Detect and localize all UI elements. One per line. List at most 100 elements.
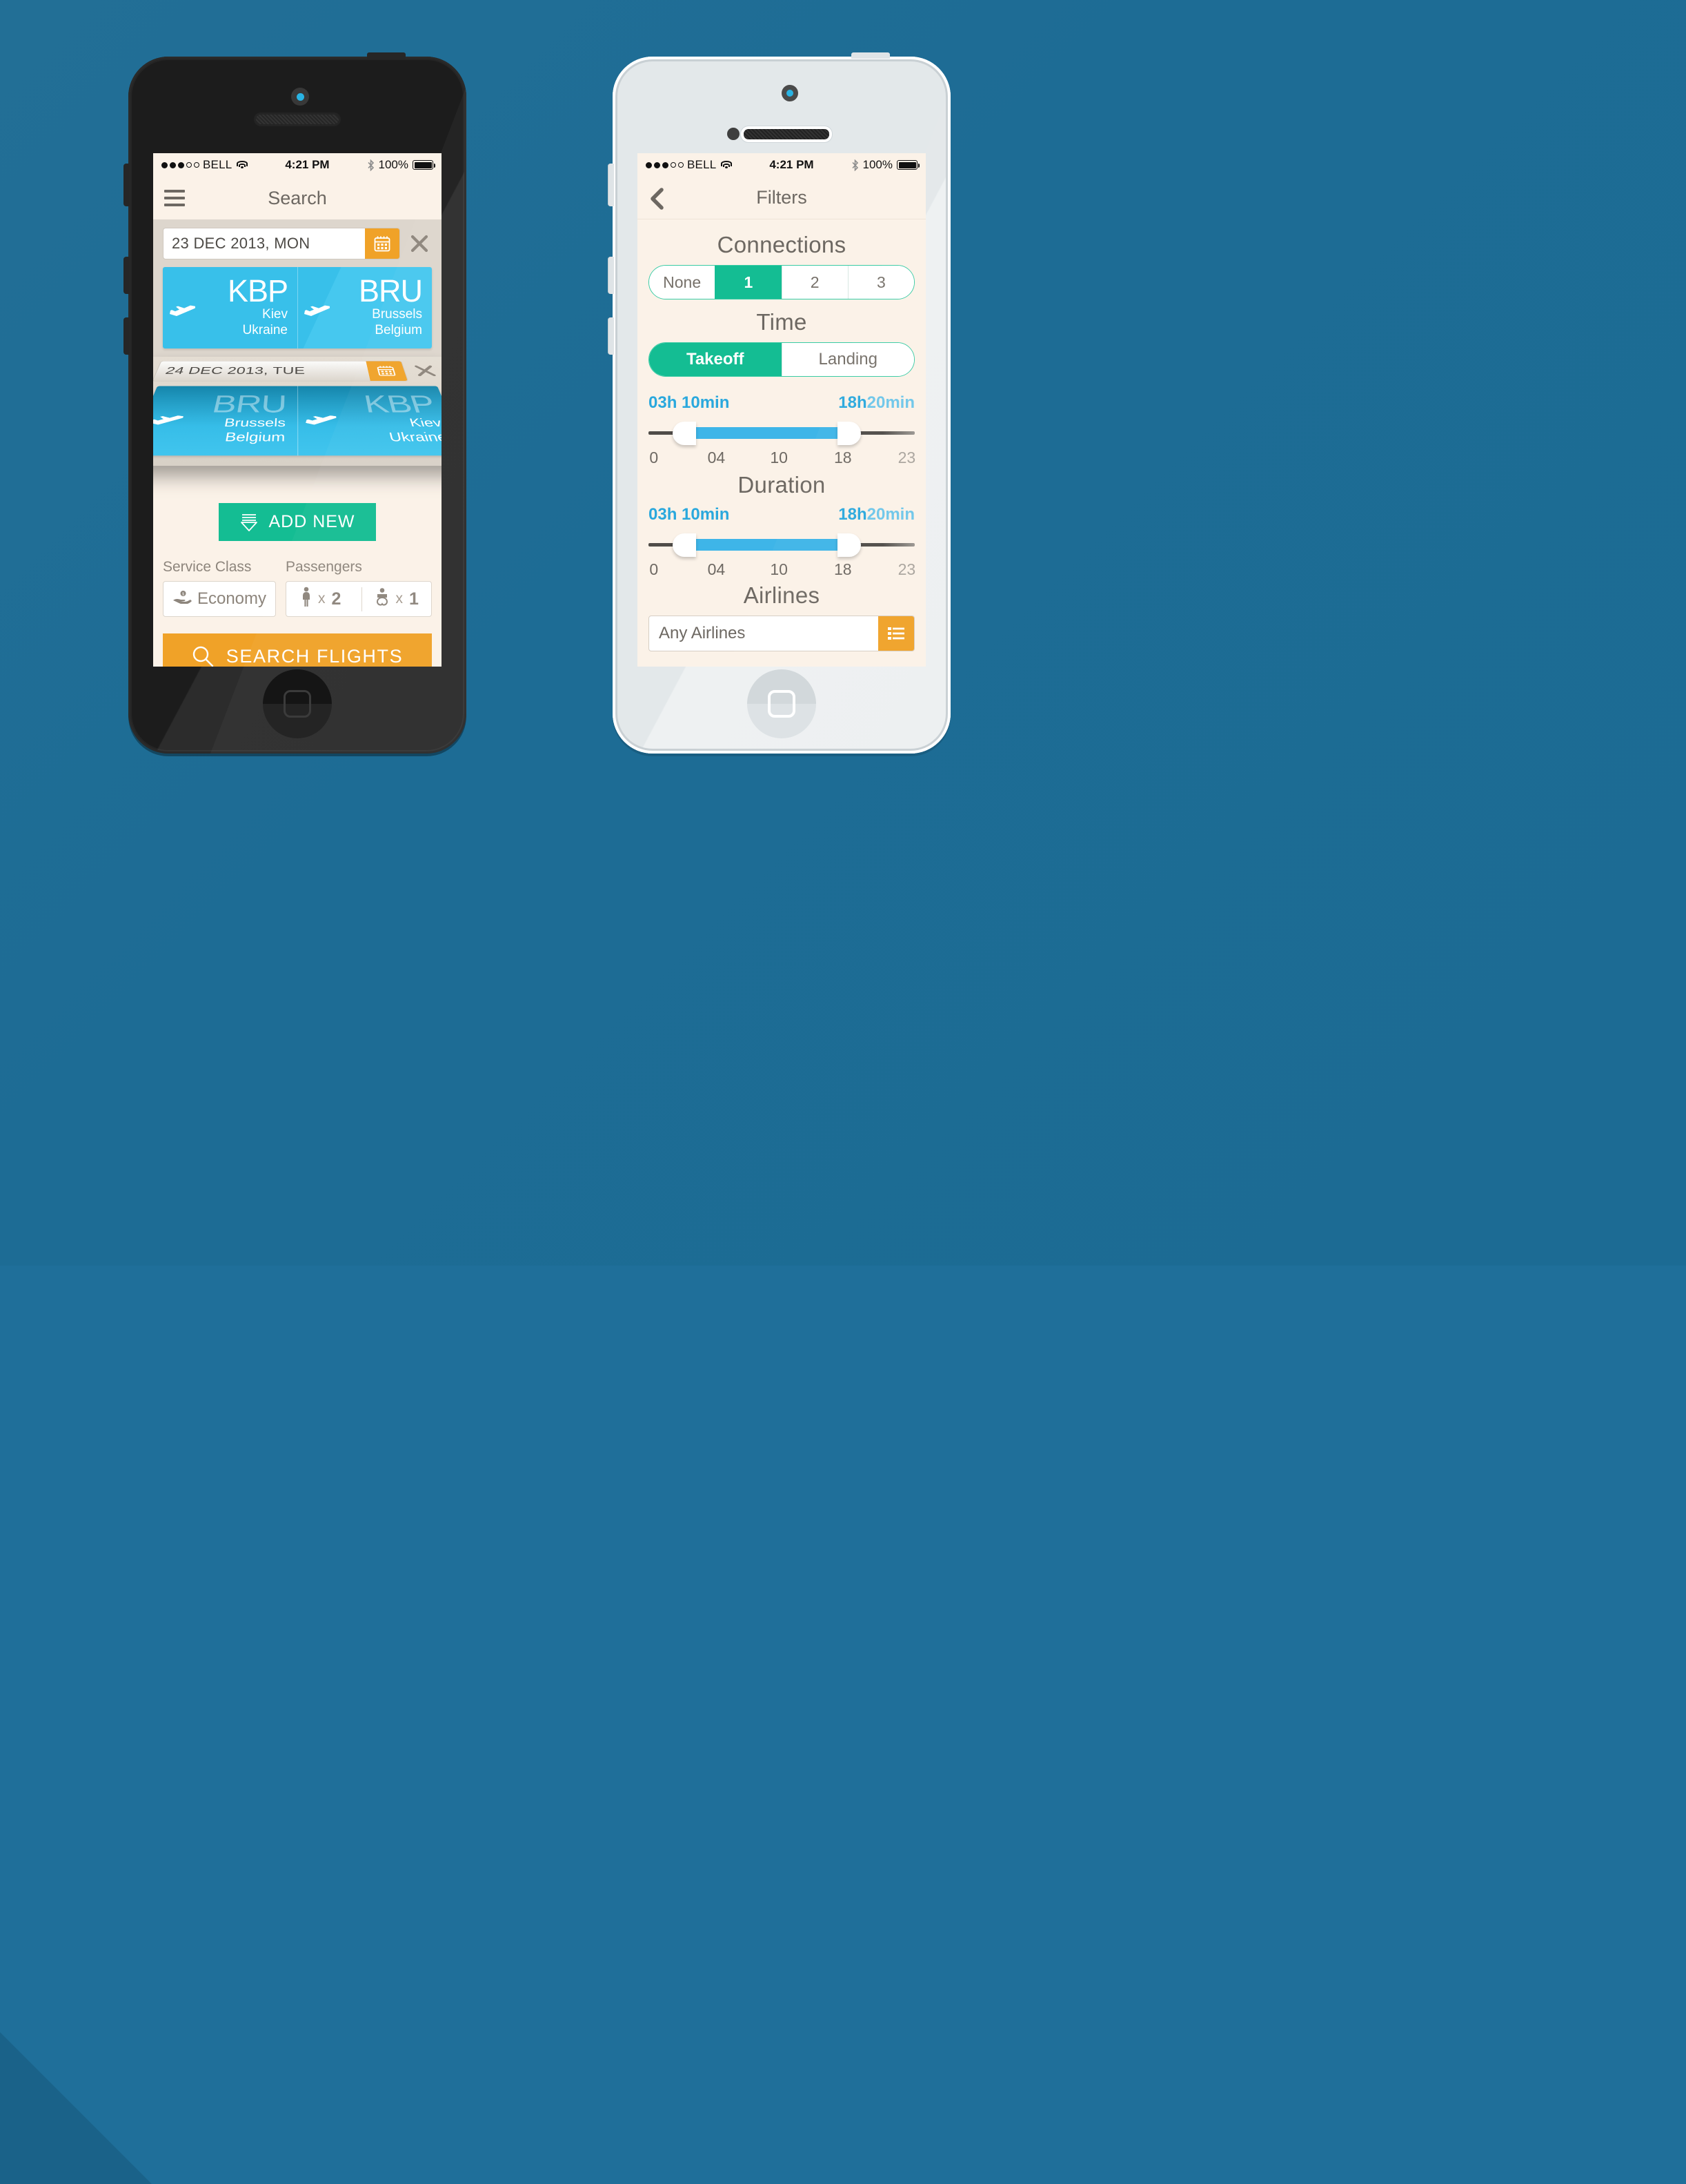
time-option-landing[interactable]: Landing xyxy=(781,343,914,376)
time-tick-3: 18 xyxy=(833,449,852,466)
right-nav-bar: Filters xyxy=(637,177,926,219)
connections-segmented-control[interactable]: None 1 2 3 xyxy=(648,265,915,299)
duration-slider-handle-low[interactable] xyxy=(673,533,697,557)
mute-switch[interactable] xyxy=(123,164,130,206)
time-slider-handle-high[interactable] xyxy=(837,422,862,445)
chevron-left-icon[interactable] xyxy=(648,187,666,210)
adult-passenger-count[interactable]: x 2 xyxy=(286,587,356,612)
trip-2-date-input[interactable]: 24 DEC 2013, TUE xyxy=(153,360,409,382)
time-mode-segmented-control[interactable]: Takeoff Landing xyxy=(648,342,915,377)
infant-count: 1 xyxy=(409,589,419,609)
time-slider-handle-low[interactable] xyxy=(673,422,697,445)
trip-1-route[interactable]: KBP Kiev Ukraine BRU Brussels Belgium xyxy=(163,267,432,348)
duration-slider-handle-high[interactable] xyxy=(837,533,862,557)
calendar-icon[interactable] xyxy=(366,361,408,381)
service-class-label: Service Class xyxy=(163,559,252,575)
duration-range-high-label: 18h20min xyxy=(838,505,915,524)
duration-slider-ticks: 0 04 10 18 23 xyxy=(648,560,915,581)
page-title: Filters xyxy=(756,187,807,208)
duration-range-high-bold: 18h xyxy=(838,505,867,524)
connections-option-2[interactable]: 2 xyxy=(781,266,848,299)
home-button[interactable] xyxy=(263,669,332,738)
connections-option-3[interactable]: 3 xyxy=(847,266,914,299)
volume-up-button[interactable] xyxy=(123,257,130,294)
trip-1-origin[interactable]: KBP Kiev Ukraine xyxy=(163,267,297,348)
connections-option-none[interactable]: None xyxy=(649,266,715,299)
add-new-button[interactable]: ADD NEW xyxy=(219,503,376,541)
volume-down-button[interactable] xyxy=(608,317,614,355)
close-icon[interactable] xyxy=(407,231,432,256)
trip-card-1: 23 DEC 2013, MON KBP Kiev Ukraine BRU Br… xyxy=(153,219,442,358)
duration-range-high-dim: 20min xyxy=(866,505,915,524)
hamburger-icon[interactable] xyxy=(164,190,185,206)
list-icon[interactable] xyxy=(878,616,914,651)
trip-1-date-input[interactable]: 23 DEC 2013, MON xyxy=(163,228,400,259)
wifi-icon xyxy=(720,160,732,170)
trip-2-destination-country: Ukraine xyxy=(388,431,442,445)
infant-passenger-count[interactable]: x 1 xyxy=(361,587,432,611)
time-range-low-label: 03h 10min xyxy=(648,393,730,412)
signal-strength-icon xyxy=(161,161,199,168)
trip-1-destination[interactable]: BRU Brussels Belgium xyxy=(297,267,432,348)
service-class-field[interactable]: $ Economy xyxy=(163,581,276,617)
calendar-icon[interactable] xyxy=(365,228,399,259)
left-nav-bar: Search xyxy=(153,177,442,219)
passengers-label: Passengers xyxy=(286,559,362,575)
passengers-field[interactable]: x 2 x 1 xyxy=(286,581,432,617)
airplane-landing-icon xyxy=(304,300,330,318)
trip-2-origin[interactable]: BRU Brussels Belgium xyxy=(153,386,297,455)
connections-option-1[interactable]: 1 xyxy=(715,266,782,299)
time-slider-fill xyxy=(696,427,838,439)
adult-count: 2 xyxy=(331,589,341,609)
close-icon[interactable] xyxy=(409,363,442,379)
status-time: 4:21 PM xyxy=(769,158,814,171)
hand-coin-icon: $ xyxy=(172,589,192,609)
volume-down-button[interactable] xyxy=(123,317,130,355)
infant-multiplier: x xyxy=(395,591,404,607)
search-button-section: SEARCH FLIGHTS xyxy=(153,617,442,667)
duration-title: Duration xyxy=(737,472,826,498)
time-tick-1: 04 xyxy=(707,449,726,466)
trip-1-date-row: 23 DEC 2013, MON xyxy=(163,228,432,259)
duration-range-slider[interactable] xyxy=(648,529,915,560)
duration-range-low-label: 03h 10min xyxy=(648,505,730,524)
duration-tick-1: 04 xyxy=(707,560,726,578)
earpiece-speaker xyxy=(256,115,339,124)
time-option-takeoff[interactable]: Takeoff xyxy=(649,343,782,376)
duration-tick-2: 10 xyxy=(770,560,788,578)
add-new-label: ADD NEW xyxy=(268,512,355,531)
time-tick-0: 0 xyxy=(649,449,659,466)
page-title: Search xyxy=(268,187,327,208)
trip-1-destination-country: Belgium xyxy=(375,323,422,338)
trip-1-date-value: 23 DEC 2013, MON xyxy=(172,235,310,252)
adult-icon xyxy=(301,587,312,612)
battery-percent: 100% xyxy=(862,158,893,171)
service-class-value: Economy xyxy=(197,589,267,608)
proximity-sensor-icon xyxy=(727,128,740,140)
time-range-block: 03h 10min 18h20min 0 04 10 18 23 xyxy=(648,393,915,469)
wifi-icon xyxy=(236,160,248,170)
bluetooth-icon xyxy=(367,159,375,171)
infant-icon xyxy=(375,587,390,611)
power-button[interactable] xyxy=(851,52,890,59)
status-bar: BELL 4:21 PM 100% xyxy=(637,153,926,177)
time-range-slider[interactable] xyxy=(648,417,915,449)
earpiece-speaker xyxy=(744,129,829,139)
right-phone: BELL 4:21 PM 100% Filters Connections No… xyxy=(608,52,951,754)
trip-2-destination[interactable]: KBP Kiev Ukraine xyxy=(297,386,442,455)
trip-2-origin-country: Belgium xyxy=(224,431,286,445)
options-section: Service Class Passengers $ Economy x 2 x… xyxy=(153,541,442,617)
search-flights-button[interactable]: SEARCH FLIGHTS xyxy=(163,633,432,667)
mute-switch[interactable] xyxy=(608,164,614,206)
home-button[interactable] xyxy=(747,669,816,738)
front-camera-icon xyxy=(291,88,309,106)
signal-strength-icon xyxy=(646,161,684,168)
volume-up-button[interactable] xyxy=(608,257,614,294)
time-range-high-bold: 18h xyxy=(838,393,867,412)
airlines-field[interactable]: Any Airlines xyxy=(648,616,915,651)
power-button[interactable] xyxy=(367,52,406,59)
time-tick-2: 10 xyxy=(770,449,788,466)
duration-tick-3: 18 xyxy=(833,560,852,578)
trip-2-route[interactable]: BRU Brussels Belgium KBP Kiev Ukraine xyxy=(153,386,442,456)
time-range-high-label: 18h20min xyxy=(838,393,915,413)
